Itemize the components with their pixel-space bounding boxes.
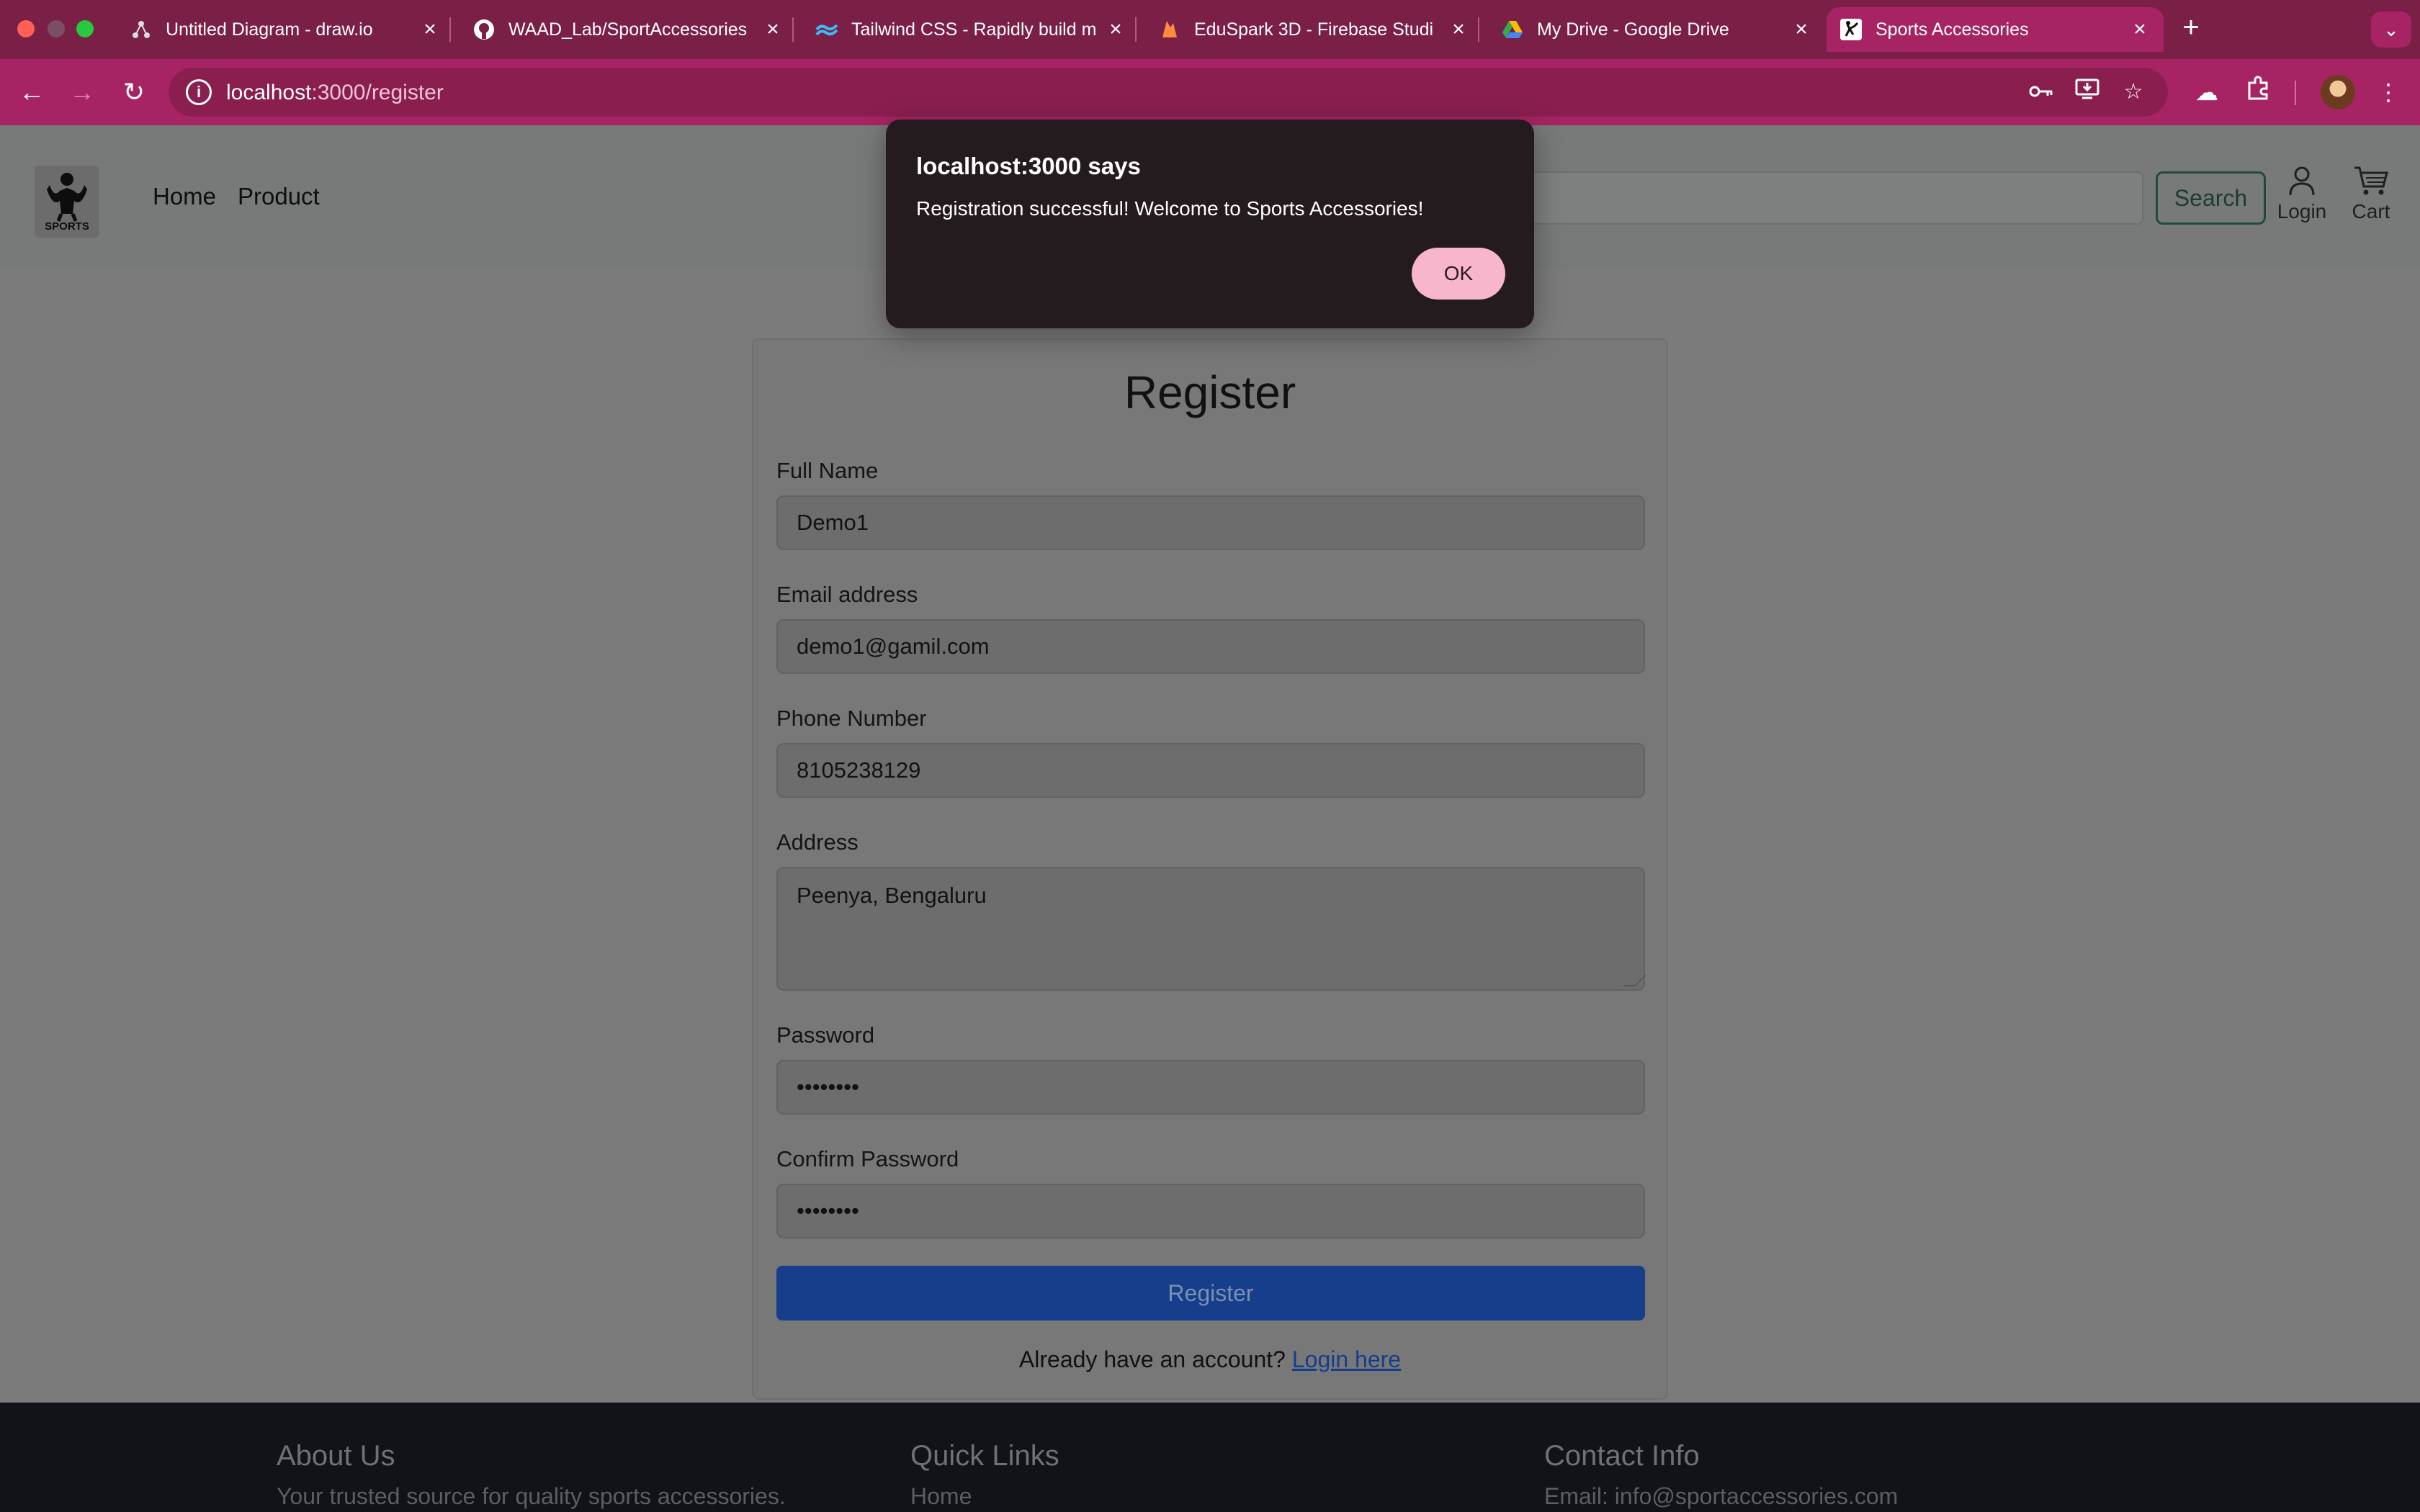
login-prompt: Already have an account? Login here bbox=[753, 1346, 1667, 1373]
bookmark-star-icon[interactable]: ☆ bbox=[2119, 78, 2148, 107]
browser-tab-tailwind[interactable]: Tailwind CSS - Rapidly build m × bbox=[802, 7, 1139, 52]
tab-title: WAAD_Lab/SportAccessories bbox=[508, 19, 748, 40]
install-app-icon[interactable] bbox=[2073, 78, 2102, 107]
cart-link[interactable]: Cart bbox=[2335, 161, 2407, 223]
site-footer: About Us Your trusted source for quality… bbox=[0, 1403, 2420, 1512]
url-text[interactable]: localhost:3000/register bbox=[226, 81, 444, 105]
tab-separator bbox=[1478, 17, 1479, 42]
nav-product-link[interactable]: Product bbox=[238, 183, 320, 210]
email-label: Email address bbox=[776, 582, 918, 607]
browser-menu-icon[interactable]: ⋮ bbox=[2371, 75, 2406, 109]
footer-about-text: Your trusted source for quality sports a… bbox=[277, 1483, 786, 1509]
footer-about-title: About Us bbox=[277, 1440, 395, 1472]
github-icon bbox=[472, 18, 496, 41]
tab-title: Sports Accessories bbox=[1876, 19, 2029, 40]
browser-tab-firebase[interactable]: EduSpark 3D - Firebase Studi × bbox=[1145, 7, 1482, 52]
login-link[interactable]: Login bbox=[2266, 161, 2338, 223]
new-tab-button[interactable]: + bbox=[2175, 12, 2207, 43]
tab-close-icon[interactable]: × bbox=[2129, 17, 2151, 42]
tailwind-icon bbox=[815, 18, 838, 41]
window-close-dot[interactable] bbox=[17, 20, 35, 37]
password-input[interactable]: •••••••• bbox=[776, 1060, 1645, 1115]
tab-close-icon[interactable]: × bbox=[1448, 17, 1469, 42]
register-card: Register Full Name Demo1 Email address d… bbox=[752, 338, 1668, 1400]
address-value: Peenya, Bengaluru bbox=[797, 883, 987, 908]
tab-title: Untitled Diagram - draw.io bbox=[166, 19, 373, 40]
dialog-ok-button[interactable]: OK bbox=[1412, 248, 1505, 300]
footer-link-home[interactable]: Home bbox=[910, 1483, 972, 1510]
site-logo[interactable]: SPORTS bbox=[35, 166, 99, 238]
url-host: localhost bbox=[226, 81, 312, 104]
tab-separator bbox=[1135, 17, 1137, 42]
google-drive-icon bbox=[1501, 18, 1524, 41]
browser-tab-google-drive[interactable]: My Drive - Google Drive × bbox=[1488, 7, 1825, 52]
url-path: :3000/register bbox=[311, 81, 444, 104]
register-title: Register bbox=[1124, 366, 1296, 418]
tab-search-chevron-icon[interactable]: ⌄ bbox=[2371, 12, 2411, 48]
address-textarea[interactable]: Peenya, Bengaluru bbox=[776, 867, 1646, 991]
toolbar-separator bbox=[2295, 81, 2296, 105]
extension-cloud-icon[interactable]: ☁ bbox=[2190, 75, 2224, 109]
tab-close-icon[interactable]: × bbox=[762, 17, 784, 42]
tab-close-icon[interactable]: × bbox=[1791, 17, 1812, 42]
forward-arrow-icon[interactable]: → bbox=[65, 75, 99, 109]
nav-home-link[interactable]: Home bbox=[153, 183, 216, 210]
login-here-link[interactable]: Login here bbox=[1292, 1346, 1401, 1372]
search-input[interactable] bbox=[1520, 171, 2143, 225]
phone-input[interactable]: 8105238129 bbox=[776, 743, 1645, 798]
footer-contact-email: Email: info@sportaccessories.com bbox=[1544, 1483, 1899, 1509]
login-label: Login bbox=[2277, 200, 2327, 222]
browser-tab-github[interactable]: WAAD_Lab/SportAccessories × bbox=[460, 7, 797, 52]
browser-tab-sports-accessories[interactable]: Sports Accessories × bbox=[1827, 7, 2164, 52]
window-zoom-dot[interactable] bbox=[76, 20, 94, 37]
tab-close-icon[interactable]: × bbox=[419, 17, 441, 42]
logo-text: SPORTS bbox=[45, 220, 89, 233]
full-name-label: Full Name bbox=[776, 458, 879, 483]
search-button[interactable]: Search bbox=[2156, 171, 2266, 225]
register-button[interactable]: Register bbox=[776, 1266, 1645, 1320]
tab-separator bbox=[792, 17, 794, 42]
back-arrow-icon[interactable]: ← bbox=[14, 75, 49, 109]
cart-label: Cart bbox=[2352, 200, 2390, 222]
full-name-input[interactable]: Demo1 bbox=[776, 495, 1645, 550]
extensions-puzzle-icon[interactable] bbox=[2241, 75, 2276, 109]
tab-close-icon[interactable]: × bbox=[1105, 17, 1126, 42]
tab-title: My Drive - Google Drive bbox=[1537, 19, 1729, 40]
password-key-icon[interactable] bbox=[2027, 78, 2056, 107]
confirm-password-input[interactable]: •••••••• bbox=[776, 1184, 1645, 1238]
email-input[interactable]: demo1@gamil.com bbox=[776, 619, 1645, 674]
address-label: Address bbox=[776, 829, 859, 855]
browser-toolbar: ← → ↻ i localhost:3000/register ☆ ☁ ⋮ bbox=[0, 59, 2420, 125]
cart-icon bbox=[2335, 161, 2407, 200]
alert-dialog: localhost:3000 says Registration success… bbox=[886, 120, 1534, 328]
tab-title: EduSpark 3D - Firebase Studi bbox=[1194, 19, 1434, 40]
site-info-icon[interactable]: i bbox=[186, 79, 212, 105]
profile-avatar[interactable] bbox=[2321, 75, 2355, 109]
browser-tab-strip: Untitled Diagram - draw.io × WAAD_Lab/Sp… bbox=[0, 0, 2420, 59]
already-text: Already have an account? bbox=[1018, 1346, 1286, 1372]
confirm-password-label: Confirm Password bbox=[776, 1146, 959, 1171]
password-label: Password bbox=[776, 1022, 875, 1048]
firebase-icon bbox=[1158, 18, 1181, 41]
address-bar[interactable]: i localhost:3000/register ☆ bbox=[169, 68, 2168, 117]
dialog-message: Registration successful! Welcome to Spor… bbox=[916, 197, 1424, 220]
dialog-title: localhost:3000 says bbox=[916, 153, 1141, 179]
page-body: SPORTS Home Product Search Login Cart Re… bbox=[0, 125, 2420, 1512]
tab-separator bbox=[449, 17, 451, 42]
footer-contact-title: Contact Info bbox=[1544, 1440, 1700, 1472]
window-minimize-dot[interactable] bbox=[48, 20, 65, 37]
tab-title: Tailwind CSS - Rapidly build m bbox=[851, 19, 1097, 40]
footer-links-title: Quick Links bbox=[910, 1440, 1059, 1472]
browser-tab-drawio[interactable]: Untitled Diagram - draw.io × bbox=[117, 7, 454, 52]
phone-label: Phone Number bbox=[776, 706, 927, 731]
site-icon bbox=[1839, 18, 1863, 41]
resize-handle-icon[interactable] bbox=[1623, 975, 1646, 986]
user-icon bbox=[2266, 161, 2338, 200]
drawio-icon bbox=[130, 18, 153, 41]
reload-icon[interactable]: ↻ bbox=[117, 75, 151, 109]
